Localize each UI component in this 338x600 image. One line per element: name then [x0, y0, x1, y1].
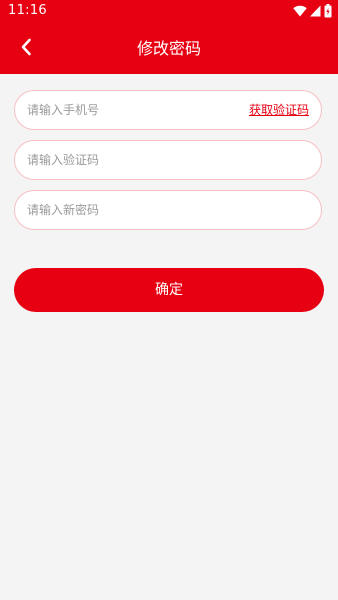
- nav-bar: 修改密码: [0, 24, 338, 74]
- chevron-left-icon: [20, 38, 32, 60]
- app-header: 11:16 修改密码: [0, 0, 338, 74]
- get-code-link[interactable]: 获取验证码: [249, 103, 309, 117]
- battery-icon: [324, 4, 332, 18]
- back-button[interactable]: [10, 36, 42, 62]
- wifi-icon: [293, 5, 307, 17]
- verification-code-input[interactable]: [27, 141, 247, 179]
- status-icons: [293, 4, 332, 18]
- status-time: 11:16: [8, 3, 47, 18]
- page-title: 修改密码: [136, 39, 201, 58]
- phone-field: 获取验证码: [14, 90, 322, 130]
- signal-icon: [310, 5, 321, 17]
- phone-input[interactable]: [27, 91, 247, 129]
- new-password-field: [14, 190, 322, 230]
- code-field: [14, 140, 322, 180]
- new-password-input[interactable]: [27, 191, 247, 229]
- confirm-button[interactable]: 确定: [14, 268, 324, 312]
- status-bar: 11:16: [0, 0, 338, 24]
